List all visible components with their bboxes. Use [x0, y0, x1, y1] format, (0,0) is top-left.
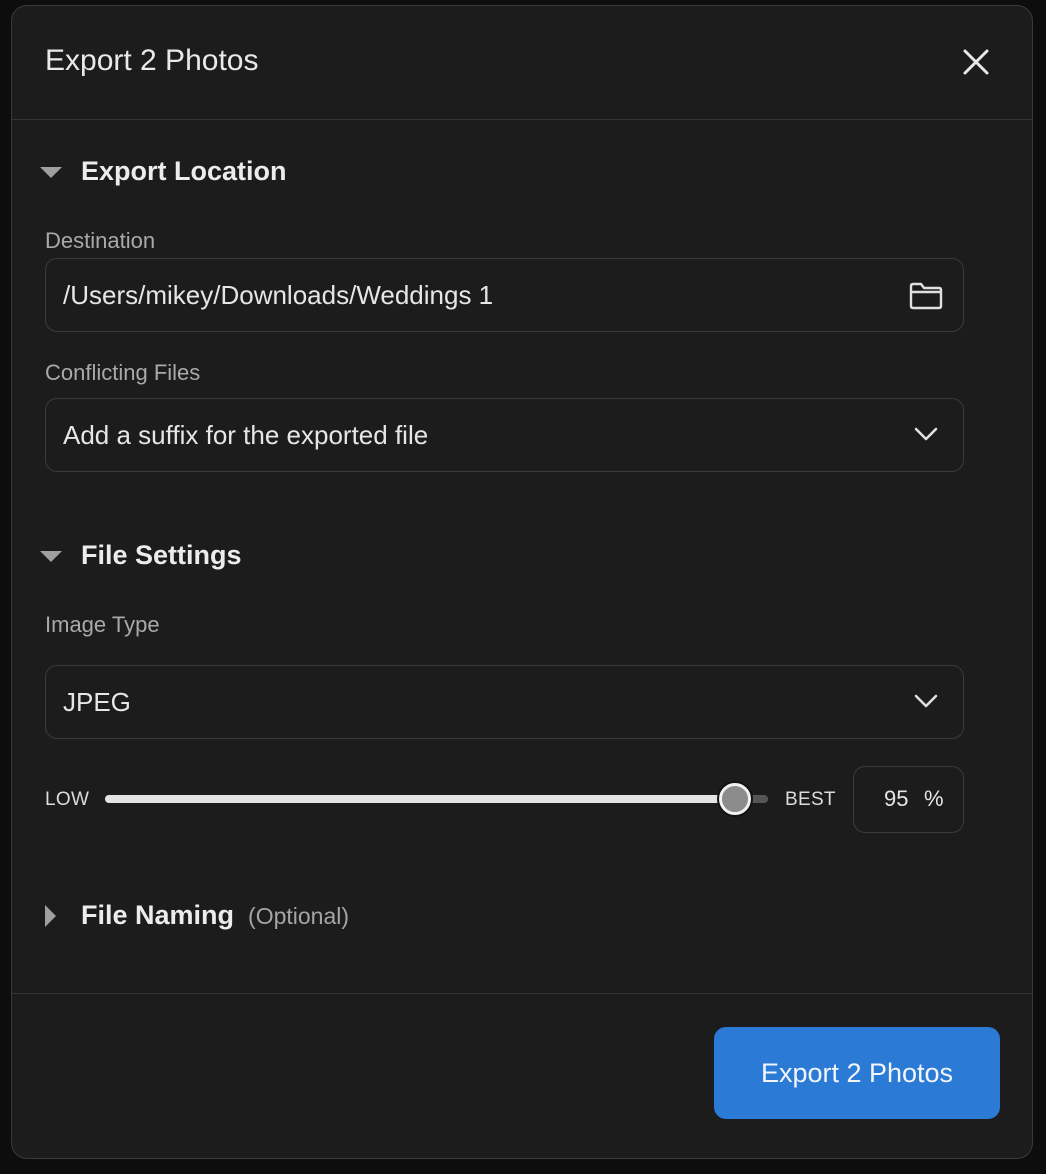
destination-label: Destination — [45, 228, 156, 253]
folder-icon[interactable] — [908, 281, 944, 311]
chevron-down-icon — [914, 694, 938, 708]
dialog-footer: Export 2 Photos — [12, 993, 1032, 1158]
image-type-select[interactable]: JPEG — [45, 665, 964, 739]
conflicting-files-select[interactable]: Add a suffix for the exported file — [45, 398, 964, 472]
file-naming-optional: (Optional) — [248, 903, 350, 929]
image-type-value: JPEG — [63, 687, 131, 717]
image-type-label: Image Type — [45, 612, 160, 637]
chevron-down-icon — [914, 427, 938, 441]
export-location-heading: Export Location — [81, 156, 287, 186]
file-settings-toggle[interactable]: File Settings — [12, 536, 612, 576]
dialog-title: Export 2 Photos — [45, 44, 259, 77]
caret-down-icon — [40, 551, 62, 562]
quality-slider-fill — [105, 795, 735, 803]
caret-right-icon — [45, 905, 56, 927]
caret-down-icon — [40, 167, 62, 178]
destination-value: /Users/mikey/Downloads/Weddings 1 — [63, 280, 494, 310]
export-dialog: Export 2 Photos Export Location Destinat… — [11, 5, 1033, 1159]
quality-low-label: LOW — [45, 789, 90, 810]
export-location-toggle[interactable]: Export Location — [12, 152, 612, 192]
close-icon — [963, 49, 989, 75]
conflicting-files-value: Add a suffix for the exported file — [63, 420, 429, 450]
file-naming-heading: File Naming (Optional) — [81, 900, 349, 931]
file-naming-title: File Naming — [81, 900, 235, 930]
conflicting-files-label: Conflicting Files — [45, 360, 201, 385]
quality-best-label: BEST — [785, 789, 836, 810]
quality-input[interactable]: 95 % — [853, 766, 964, 833]
quality-slider-thumb[interactable] — [718, 783, 751, 815]
quality-value: 95 — [884, 786, 909, 811]
file-naming-toggle[interactable]: File Naming (Optional) — [12, 896, 612, 936]
quality-slider-track[interactable] — [105, 783, 768, 815]
quality-slider-row: LOW BEST 95 % — [12, 766, 1032, 834]
destination-field[interactable]: /Users/mikey/Downloads/Weddings 1 — [45, 258, 964, 332]
close-button[interactable] — [956, 42, 996, 82]
quality-unit: % — [924, 786, 944, 811]
dialog-header: Export 2 Photos — [12, 6, 1032, 120]
export-button[interactable]: Export 2 Photos — [714, 1027, 1000, 1119]
file-settings-heading: File Settings — [81, 540, 242, 570]
